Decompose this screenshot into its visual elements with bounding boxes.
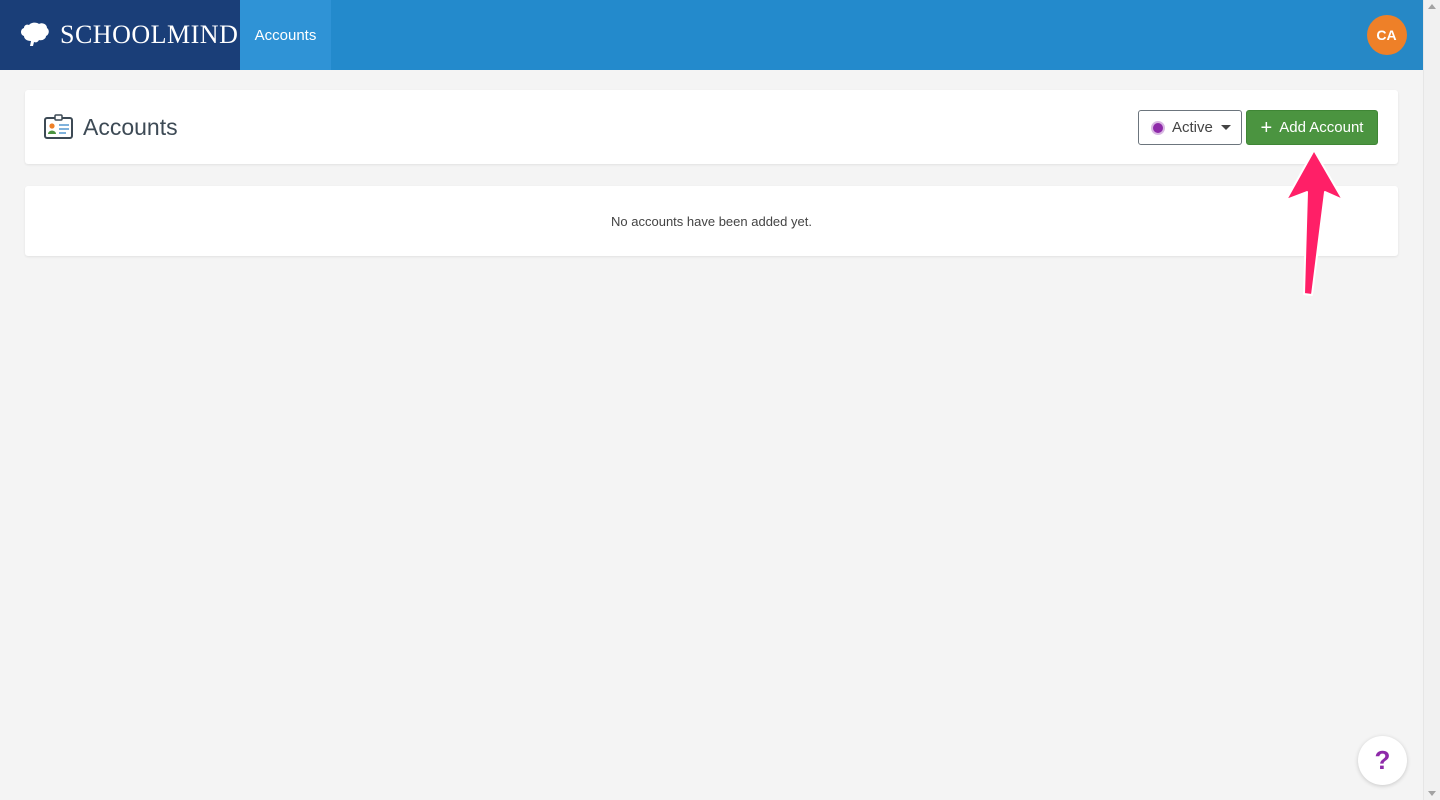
add-account-label: Add Account: [1279, 119, 1364, 136]
page-title: Accounts: [83, 114, 178, 140]
vertical-scrollbar[interactable]: [1423, 0, 1440, 800]
help-button[interactable]: ?: [1358, 736, 1407, 785]
plus-icon: +: [1260, 116, 1273, 139]
avatar[interactable]: CA: [1366, 15, 1407, 55]
user-menu[interactable]: CA: [1350, 0, 1423, 70]
scroll-down-icon[interactable]: [1428, 791, 1436, 796]
caret-down-icon: [1220, 125, 1231, 130]
callout-arrow-icon: [1285, 149, 1344, 296]
brand-logo[interactable]: SchoolMind: [0, 0, 240, 70]
scroll-up-icon[interactable]: [1428, 4, 1436, 9]
nav-item-accounts[interactable]: Accounts: [240, 0, 331, 70]
empty-state-message: No accounts have been added yet.: [611, 213, 812, 229]
status-filter-dropdown[interactable]: Active: [1138, 110, 1242, 145]
accounts-list-card: No accounts have been added yet.: [25, 186, 1398, 256]
status-filter-label: Active: [1172, 119, 1213, 136]
brain-icon: [21, 22, 49, 46]
id-badge-icon: [44, 114, 73, 139]
status-dot-icon: [1151, 120, 1165, 135]
page-header-card: Accounts Active + Add Account: [25, 90, 1398, 164]
add-account-button[interactable]: + Add Account: [1246, 110, 1378, 145]
top-navigation-bar: SchoolMind Accounts CA: [0, 0, 1423, 70]
brand-name: SchoolMind: [60, 20, 239, 49]
